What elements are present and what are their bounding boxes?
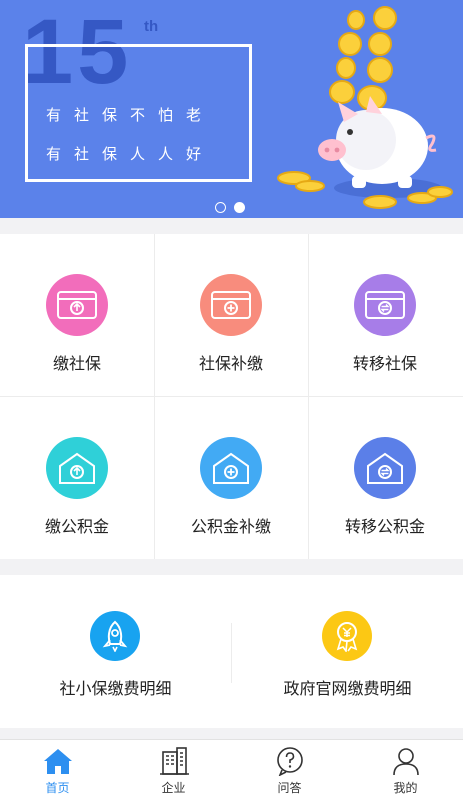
banner-slogan-line1: 有社保不怕老: [46, 106, 215, 124]
pager-dot-1[interactable]: [215, 202, 226, 213]
housing-fund-house-plus-icon: [200, 437, 262, 499]
banner-pager[interactable]: [215, 202, 245, 213]
tab-label: 企业: [161, 781, 186, 795]
home-icon: [44, 749, 72, 774]
rocket-icon: [90, 611, 140, 661]
tab-label: 我的: [393, 781, 418, 795]
service-social-security-backpay[interactable]: 社保补缴: [154, 234, 308, 396]
pager-dot-2-active[interactable]: [234, 202, 245, 213]
tab-qa[interactable]: 问答: [232, 740, 347, 800]
service-label: 转移公积金: [344, 517, 425, 536]
service-grid: 缴社保 社保补缴 转移社保 缴公积金 公积金补缴 转移公积金: [0, 234, 463, 559]
payment-details-card: 社小保缴费明细 政府官网缴费明细: [0, 575, 463, 728]
tab-label: 首页: [45, 781, 70, 795]
banner-slogan-line2: 有社保人人好: [46, 145, 215, 163]
social-security-card-up-icon: [46, 274, 108, 336]
promo-banner[interactable]: 15 th 有社保不怕老 有社保人人好: [0, 0, 463, 218]
housing-fund-house-up-icon: [46, 437, 108, 499]
yuan-medal-icon: [322, 611, 372, 661]
service-transfer-social-security[interactable]: 转移社保: [308, 234, 462, 396]
service-label: 转移社保: [352, 354, 417, 373]
detail-label: 政府官网缴费明细: [283, 679, 412, 698]
piggy-bank-coins-illustration: [277, 6, 453, 209]
service-transfer-housing-fund[interactable]: 转移公积金: [308, 397, 462, 559]
tab-mine[interactable]: 我的: [348, 740, 463, 800]
bottom-tab-bar: 首页 企业 问答 我的: [0, 739, 463, 800]
detail-government-payment-records[interactable]: 政府官网缴费明细: [232, 575, 463, 728]
banner-superscript: th: [144, 18, 159, 35]
service-pay-housing-fund[interactable]: 缴公积金: [0, 397, 154, 559]
social-security-card-plus-icon: [200, 274, 262, 336]
service-label: 公积金补缴: [190, 517, 271, 536]
social-security-card-transfer-icon: [354, 274, 416, 336]
tab-enterprise[interactable]: 企业: [116, 740, 231, 800]
question-bubble-icon: [277, 747, 303, 776]
service-label: 缴公积金: [44, 517, 109, 536]
detail-label: 社小保缴费明细: [59, 679, 172, 698]
housing-fund-house-transfer-icon: [354, 437, 416, 499]
service-housing-fund-backpay[interactable]: 公积金补缴: [154, 397, 308, 559]
tab-home[interactable]: 首页: [0, 740, 115, 800]
service-label: 社保补缴: [198, 354, 263, 373]
building-icon: [160, 747, 189, 775]
user-icon: [393, 748, 419, 776]
service-label: 缴社保: [52, 354, 101, 373]
detail-app-payment-records[interactable]: 社小保缴费明细: [0, 575, 231, 728]
service-pay-social-security[interactable]: 缴社保: [0, 234, 154, 396]
tab-label: 问答: [277, 781, 302, 795]
